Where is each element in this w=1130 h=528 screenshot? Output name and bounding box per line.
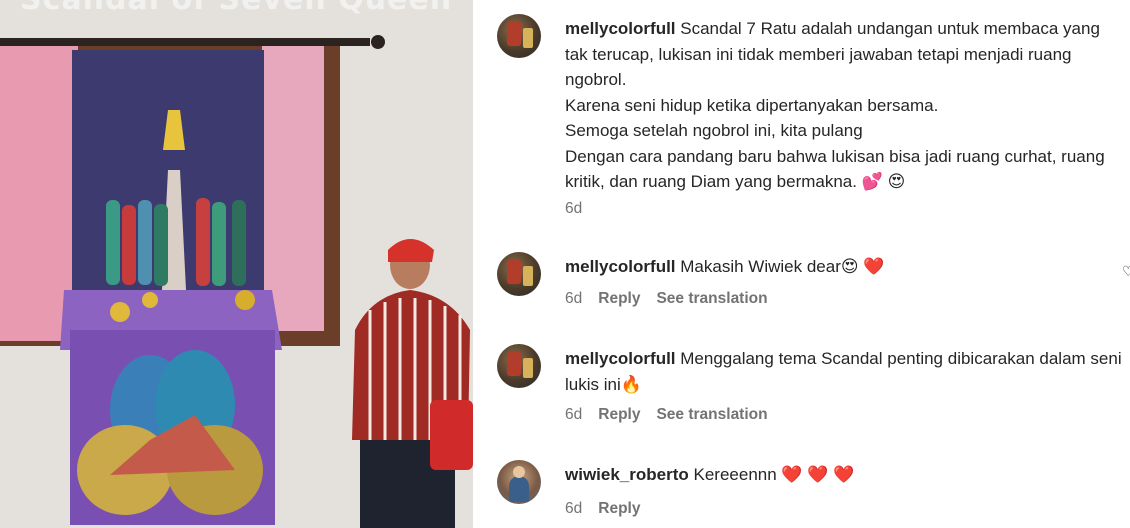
photo-overlay-title: Scandal of Seven Queen (20, 0, 451, 17)
reply-button[interactable]: Reply (598, 406, 640, 424)
comment-meta: 6d Reply See translation (565, 290, 768, 308)
comment-text: Kereeennn ❤️ ❤️ ❤️ (693, 465, 855, 484)
comment-time: 6d (565, 406, 583, 423)
comment-text: Makasih Wiwiek dear😍 ❤️ (680, 257, 885, 276)
comment-meta: 6d Reply See translation (565, 406, 768, 424)
comment-body: mellycolorfull Scandal 7 Ratu adalah und… (565, 16, 1125, 195)
comments-panel: mellycolorfull Scandal 7 Ratu adalah und… (473, 0, 1130, 528)
comment-time: 6d (565, 290, 583, 307)
comment-text: Scandal 7 Ratu adalah undangan untuk mem… (565, 19, 1105, 191)
comment-body: mellycolorfull Makasih Wiwiek dear😍 ❤️ (565, 254, 1125, 280)
comment-username[interactable]: wiwiek_roberto (565, 465, 689, 484)
comment-username[interactable]: mellycolorfull (565, 257, 676, 276)
comment-time: 6d (565, 200, 583, 217)
painting-photo-illustration (0, 0, 473, 528)
avatar[interactable] (497, 460, 541, 504)
comment-body: wiwiek_roberto Kereeennn ❤️ ❤️ ❤️ (565, 462, 1125, 488)
comment-body: mellycolorfull Menggalang tema Scandal p… (565, 346, 1125, 397)
avatar[interactable] (497, 344, 541, 388)
comment-username[interactable]: mellycolorfull (565, 19, 676, 38)
comment-meta: 6d Reply (565, 500, 640, 518)
reply-button[interactable]: Reply (598, 290, 640, 308)
reply-button[interactable]: Reply (598, 500, 640, 518)
comment-time: 6d (565, 500, 583, 517)
see-translation-button[interactable]: See translation (656, 406, 767, 424)
see-translation-button[interactable]: See translation (656, 290, 767, 308)
post-photo: Scandal of Seven Queen (0, 0, 473, 528)
comment-username[interactable]: mellycolorfull (565, 349, 676, 368)
avatar[interactable] (497, 252, 541, 296)
avatar[interactable] (497, 14, 541, 58)
comment-meta: 6d (565, 200, 582, 218)
heart-outline-icon[interactable]: ♡ (1122, 264, 1130, 278)
